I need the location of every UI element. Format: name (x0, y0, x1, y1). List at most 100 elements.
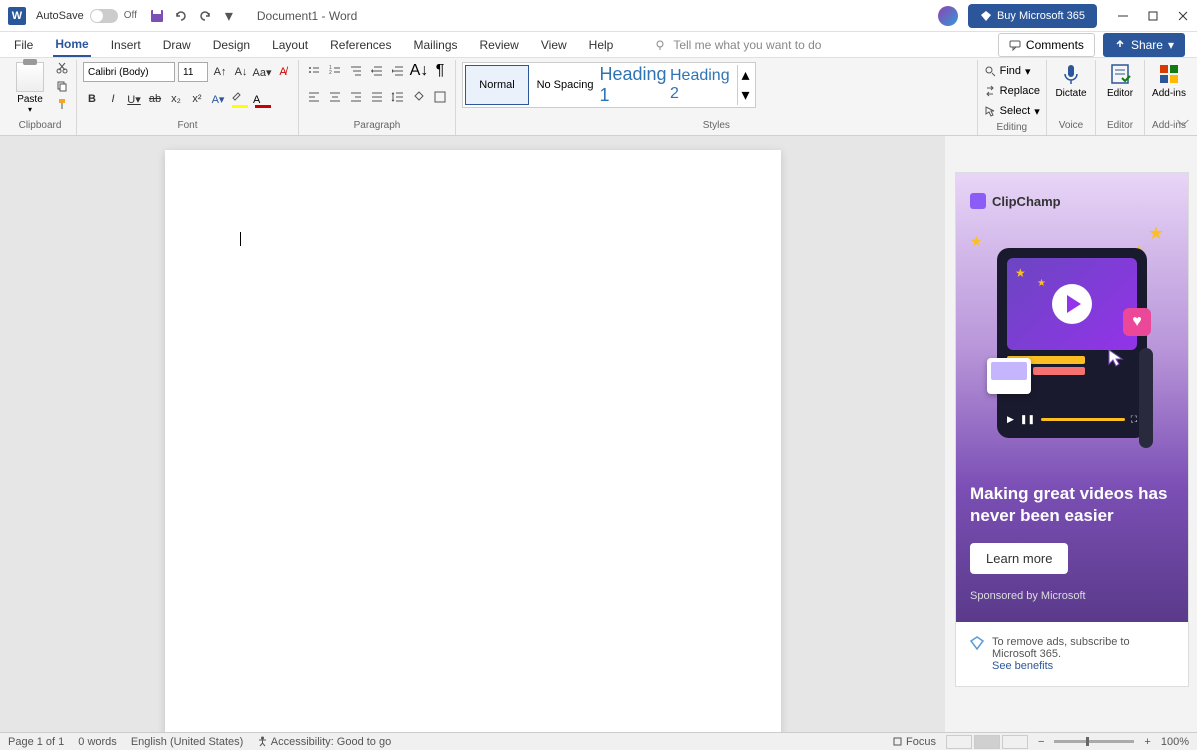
play-icon (1052, 284, 1092, 324)
dictate-button[interactable]: Dictate (1053, 62, 1089, 99)
print-layout-button[interactable] (974, 735, 1000, 749)
styles-more-button[interactable]: ▴▾ (737, 65, 753, 105)
borders-icon[interactable] (431, 88, 449, 106)
text-effects-icon[interactable]: A▾ (209, 90, 227, 108)
minimize-button[interactable] (1117, 10, 1129, 22)
status-page[interactable]: Page 1 of 1 (8, 736, 64, 748)
superscript-button[interactable]: x² (188, 90, 206, 108)
tell-me-search[interactable]: Tell me what you want to do (653, 38, 821, 52)
focus-icon (892, 736, 903, 747)
buy-m365-button[interactable]: Buy Microsoft 365 (968, 4, 1097, 28)
zoom-level[interactable]: 100% (1161, 736, 1189, 748)
font-size-input[interactable] (178, 62, 208, 82)
bullets-icon[interactable] (305, 62, 323, 80)
tab-draw[interactable]: Draw (161, 34, 193, 56)
document-page[interactable] (165, 150, 781, 732)
autosave-state: Off (124, 10, 137, 21)
collapse-ribbon-icon[interactable]: ⌵ (1177, 113, 1189, 131)
status-words[interactable]: 0 words (78, 736, 117, 748)
tab-view[interactable]: View (539, 34, 569, 56)
style-heading-2[interactable]: Heading 2 (669, 65, 733, 105)
close-button[interactable] (1177, 10, 1189, 22)
clear-formatting-icon[interactable]: A̸ (274, 63, 292, 81)
decrease-indent-icon[interactable] (368, 62, 386, 80)
tab-review[interactable]: Review (478, 34, 521, 56)
focus-button[interactable]: Focus (892, 736, 936, 748)
read-mode-button[interactable] (946, 735, 972, 749)
tab-file[interactable]: File (12, 34, 35, 56)
select-icon (984, 105, 996, 117)
comments-button[interactable]: Comments (998, 33, 1095, 57)
tab-insert[interactable]: Insert (109, 34, 143, 56)
change-case-icon[interactable]: Aa▾ (253, 63, 271, 81)
font-color-button[interactable]: A (253, 90, 273, 108)
tab-home[interactable]: Home (53, 33, 90, 57)
style-no-spacing[interactable]: No Spacing (533, 65, 597, 105)
shrink-font-icon[interactable]: A↓ (232, 63, 250, 81)
numbering-icon[interactable]: 12 (326, 62, 344, 80)
line-spacing-icon[interactable] (389, 88, 407, 106)
style-normal[interactable]: Normal (465, 65, 529, 105)
ad-graphic: ★ ★ ★ ★ ★ ▶ ❚❚ ⛶ ♥ (970, 223, 1174, 463)
autosave-group: AutoSave Off (36, 9, 137, 23)
status-language[interactable]: English (United States) (131, 736, 244, 748)
qat-more-icon[interactable]: ▾ (221, 8, 237, 24)
redo-icon[interactable] (197, 8, 213, 24)
zoom-in-button[interactable]: + (1144, 736, 1150, 748)
web-layout-button[interactable] (1002, 735, 1028, 749)
heart-icon: ♥ (1123, 308, 1151, 336)
maximize-button[interactable] (1147, 10, 1159, 22)
tab-mailings[interactable]: Mailings (411, 34, 459, 56)
scroll-thumb (1139, 348, 1153, 448)
copy-icon[interactable] (56, 80, 70, 94)
text-cursor (240, 232, 241, 246)
shading-icon[interactable] (410, 88, 428, 106)
tab-design[interactable]: Design (211, 34, 252, 56)
tab-help[interactable]: Help (587, 34, 616, 56)
editor-button[interactable]: Editor (1102, 62, 1138, 99)
word-app-icon: W (8, 7, 26, 25)
underline-button[interactable]: U▾ (125, 90, 143, 108)
zoom-out-button[interactable]: − (1038, 736, 1044, 748)
grow-font-icon[interactable]: A↑ (211, 63, 229, 81)
bold-button[interactable]: B (83, 90, 101, 108)
ad-sponsor-text: Sponsored by Microsoft (970, 590, 1174, 602)
tell-me-placeholder: Tell me what you want to do (673, 38, 821, 52)
svg-text:2: 2 (329, 70, 332, 76)
ad-footer-link[interactable]: See benefits (992, 660, 1053, 672)
align-right-icon[interactable] (347, 88, 365, 106)
tab-layout[interactable]: Layout (270, 34, 310, 56)
sort-icon[interactable]: A↓ (410, 62, 428, 80)
show-hide-icon[interactable]: ¶ (431, 62, 449, 80)
italic-button[interactable]: I (104, 90, 122, 108)
cut-icon[interactable] (56, 62, 70, 76)
undo-icon[interactable] (173, 8, 189, 24)
clipboard-label: Clipboard (10, 118, 70, 135)
paste-button[interactable]: Paste ▾ (10, 62, 50, 114)
font-name-input[interactable] (83, 62, 175, 82)
zoom-slider[interactable] (1054, 740, 1134, 743)
save-icon[interactable] (149, 8, 165, 24)
subscript-button[interactable]: x₂ (167, 90, 185, 108)
user-avatar[interactable] (938, 6, 958, 26)
addins-button[interactable]: Add-ins (1151, 62, 1187, 99)
autosave-toggle[interactable] (90, 9, 118, 23)
find-button[interactable]: Find ▾ (984, 62, 1040, 80)
replace-button[interactable]: Replace (984, 82, 1040, 100)
highlight-button[interactable] (230, 90, 250, 108)
justify-icon[interactable] (368, 88, 386, 106)
chevron-down-icon: ▾ (1168, 38, 1174, 52)
status-accessibility[interactable]: Accessibility: Good to go (257, 736, 391, 748)
select-button[interactable]: Select ▾ (984, 102, 1040, 120)
tab-references[interactable]: References (328, 34, 393, 56)
share-button[interactable]: Share ▾ (1103, 33, 1185, 57)
style-heading-1[interactable]: Heading 1 (601, 65, 665, 105)
ribbon: Paste ▾ Clipboard A↑ A↓ Aa▾ A̸ B (0, 58, 1197, 136)
align-center-icon[interactable] (326, 88, 344, 106)
align-left-icon[interactable] (305, 88, 323, 106)
increase-indent-icon[interactable] (389, 62, 407, 80)
strikethrough-button[interactable]: ab (146, 90, 164, 108)
format-painter-icon[interactable] (56, 98, 70, 112)
ad-cta-button[interactable]: Learn more (970, 543, 1068, 574)
multilevel-list-icon[interactable] (347, 62, 365, 80)
